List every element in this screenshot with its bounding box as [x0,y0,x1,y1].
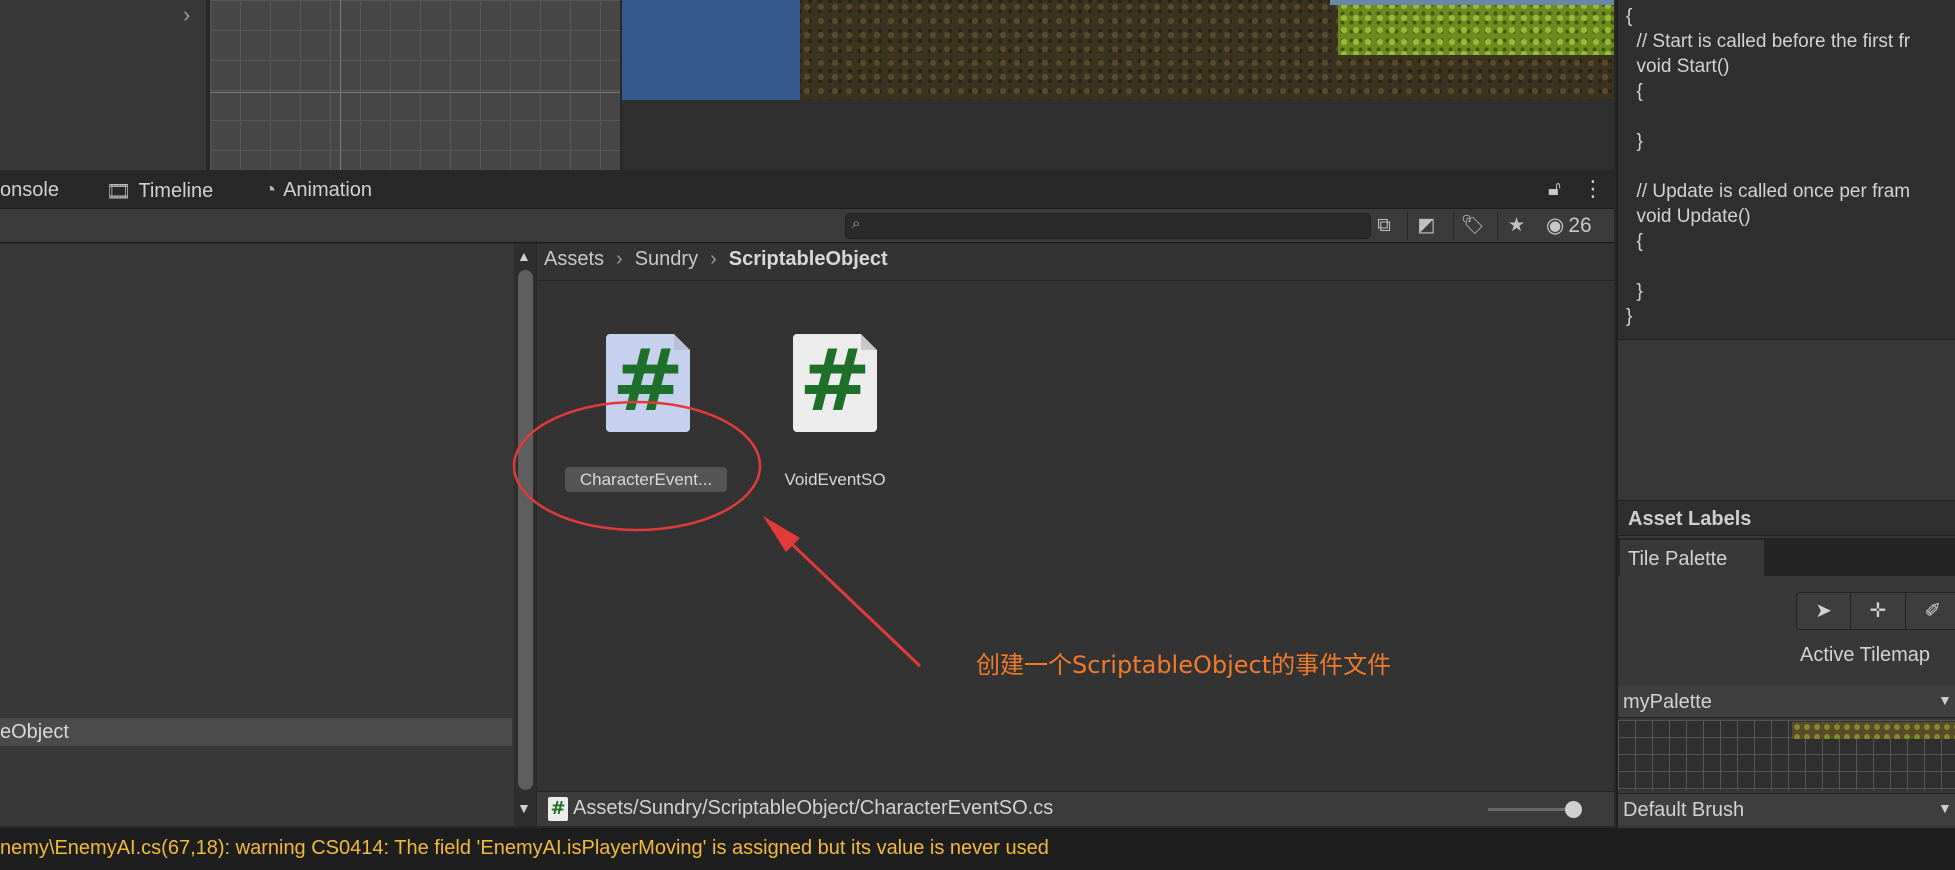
brush-dropdown[interactable]: Default Brush ▼ [1618,793,1955,825]
paint-brush-tool-button[interactable]: ✐ [1906,593,1955,629]
move-arrows-icon: ✛ [1869,600,1887,622]
asset-labels-title: Asset Labels [1628,508,1752,530]
annotation-text: 创建一个ScriptableObject的事件文件 [976,651,1392,679]
move-tool-button[interactable]: ✛ [1851,593,1906,629]
tile-palette-tools: ➤ ✛ ✐ [1796,592,1955,630]
csharp-file-small-icon: # [548,797,568,821]
annotation-circle [512,400,762,532]
icon-size-slider[interactable] [1488,808,1576,811]
chevron-down-icon: ▼ [1938,692,1952,708]
palette-tiles[interactable] [1792,722,1955,739]
asset-labels-header[interactable]: Asset Labels [1618,500,1955,536]
palette-dropdown[interactable]: myPalette ▼ [1618,686,1955,718]
cursor-arrow-icon: ➤ [1815,600,1833,622]
selected-asset-path: Assets/Sundry/ScriptableObject/Character… [573,797,1054,819]
palette-dropdown-value: myPalette [1623,691,1712,713]
paint-brush-icon: ✐ [1924,600,1942,622]
annotation-arrow-shaft [773,526,922,668]
chevron-down-icon: ▼ [1938,800,1952,816]
tile-palette-tab-row: Tile Palette [1618,538,1955,576]
icon-size-slider-handle[interactable] [1565,801,1582,818]
brush-dropdown-value: Default Brush [1623,799,1745,821]
tab-tile-palette[interactable]: Tile Palette [1620,540,1764,576]
status-bar[interactable]: nemy\EnemyAI.cs(67,18): warning CS0414: … [0,828,1955,870]
console-warning-message[interactable]: nemy\EnemyAI.cs(67,18): warning CS0414: … [0,837,1049,860]
select-tool-button[interactable]: ➤ [1797,593,1852,629]
active-tilemap-label: Active Tilemap [1800,644,1931,666]
